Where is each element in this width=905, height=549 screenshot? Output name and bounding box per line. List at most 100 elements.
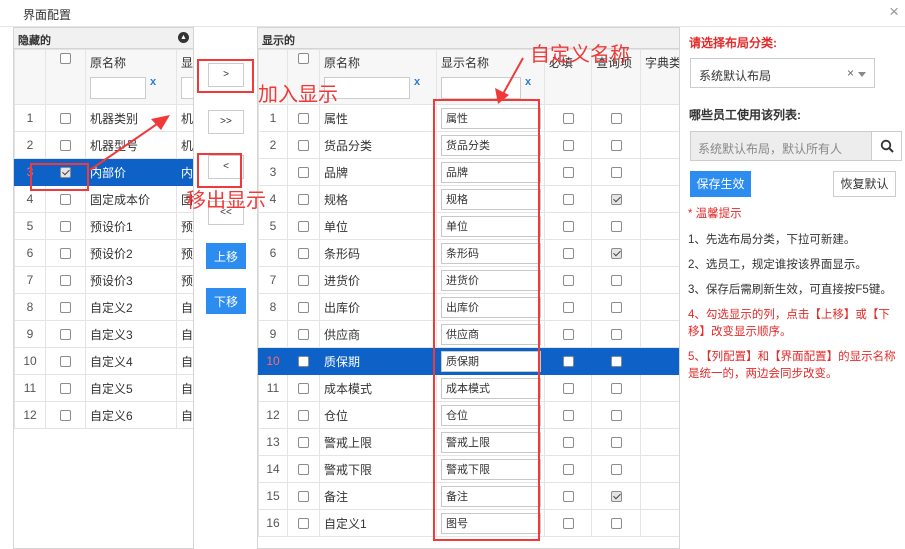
row-number: 6 bbox=[258, 239, 288, 267]
row-checkbox[interactable] bbox=[45, 374, 86, 402]
row-number: 10 bbox=[14, 347, 46, 375]
search-button[interactable] bbox=[871, 131, 902, 161]
table-row[interactable]: 8 自定义2自定 bbox=[14, 293, 193, 321]
row-checkbox[interactable] bbox=[45, 401, 86, 429]
table-row[interactable]: 12 自定义6自定 bbox=[14, 401, 193, 429]
move-down-button[interactable]: 下移 bbox=[206, 288, 246, 314]
clear-filter-icon[interactable]: x bbox=[414, 76, 420, 88]
row-checkbox[interactable] bbox=[287, 131, 320, 159]
required-checkbox[interactable] bbox=[544, 455, 592, 483]
query-checkbox[interactable] bbox=[591, 455, 641, 483]
required-checkbox[interactable] bbox=[544, 239, 592, 267]
query-checkbox[interactable] bbox=[591, 212, 641, 240]
row-checkbox[interactable] bbox=[287, 482, 320, 510]
required-checkbox[interactable] bbox=[544, 293, 592, 321]
table-row[interactable]: 1 机器类别机器 bbox=[14, 104, 193, 132]
required-checkbox[interactable] bbox=[544, 266, 592, 294]
row-checkbox[interactable] bbox=[287, 158, 320, 186]
query-checkbox[interactable] bbox=[591, 428, 641, 456]
clear-filter-icon[interactable]: x bbox=[150, 76, 156, 88]
query-checkbox[interactable] bbox=[591, 185, 641, 213]
add-all-button[interactable]: >> bbox=[208, 110, 244, 134]
required-checkbox[interactable] bbox=[544, 158, 592, 186]
query-checkbox[interactable] bbox=[591, 509, 641, 537]
query-checkbox[interactable] bbox=[591, 482, 641, 510]
row-original-name: 成本模式 bbox=[319, 374, 437, 402]
table-row[interactable]: 2 机器型号机器 bbox=[14, 131, 193, 159]
row-number: 14 bbox=[258, 455, 288, 483]
row-checkbox[interactable] bbox=[45, 347, 86, 375]
row-checkbox[interactable] bbox=[287, 239, 320, 267]
required-checkbox[interactable] bbox=[544, 131, 592, 159]
row-checkbox[interactable] bbox=[287, 509, 320, 537]
close-icon[interactable]: × bbox=[889, 3, 899, 21]
row-checkbox[interactable] bbox=[287, 401, 320, 429]
restore-default-button[interactable]: 恢复默认 bbox=[833, 171, 896, 197]
row-number: 10 bbox=[258, 347, 288, 375]
move-up-button[interactable]: 上移 bbox=[206, 243, 246, 269]
display-filter-input[interactable] bbox=[441, 77, 521, 99]
table-row[interactable]: 7 预设价3预设 bbox=[14, 266, 193, 294]
settings-panel: 请选择布局分类: 系统默认布局 × 哪些员工使用该列表: 系统默认布局，默认所有… bbox=[680, 27, 905, 549]
required-checkbox[interactable] bbox=[544, 482, 592, 510]
row-checkbox[interactable] bbox=[45, 104, 86, 132]
row-checkbox[interactable] bbox=[45, 212, 86, 240]
required-checkbox[interactable] bbox=[544, 212, 592, 240]
row-checkbox[interactable] bbox=[45, 320, 86, 348]
display-filter-input[interactable] bbox=[181, 77, 193, 99]
clear-icon[interactable]: × bbox=[847, 66, 854, 80]
query-checkbox[interactable] bbox=[591, 104, 641, 132]
required-checkbox[interactable] bbox=[544, 401, 592, 429]
clear-filter-icon[interactable]: x bbox=[525, 76, 531, 88]
employee-input[interactable]: 系统默认布局，默认所有人 bbox=[690, 131, 872, 161]
row-checkbox[interactable] bbox=[45, 131, 86, 159]
annotation-box-remove bbox=[197, 153, 242, 188]
required-checkbox[interactable] bbox=[544, 428, 592, 456]
required-checkbox[interactable] bbox=[544, 347, 592, 375]
required-checkbox[interactable] bbox=[544, 320, 592, 348]
query-checkbox[interactable] bbox=[591, 266, 641, 294]
row-display-name: 自定 bbox=[176, 374, 193, 402]
query-checkbox[interactable] bbox=[591, 239, 641, 267]
query-checkbox[interactable] bbox=[591, 401, 641, 429]
row-checkbox[interactable] bbox=[45, 239, 86, 267]
select-all-checkbox[interactable] bbox=[45, 49, 86, 105]
query-checkbox[interactable] bbox=[591, 131, 641, 159]
employee-placeholder: 系统默认布局，默认所有人 bbox=[698, 142, 843, 156]
table-row[interactable]: 9 自定义3自定 bbox=[14, 320, 193, 348]
hidden-panel-title: 隐藏的 bbox=[18, 35, 51, 47]
row-checkbox[interactable] bbox=[287, 320, 320, 348]
row-checkbox[interactable] bbox=[287, 293, 320, 321]
name-filter-input[interactable] bbox=[90, 77, 146, 99]
row-checkbox[interactable] bbox=[287, 212, 320, 240]
row-checkbox[interactable] bbox=[45, 266, 86, 294]
table-row[interactable]: 5 预设价1预设 bbox=[14, 212, 193, 240]
row-number: 15 bbox=[258, 482, 288, 510]
row-checkbox[interactable] bbox=[287, 455, 320, 483]
row-original-name: 预设价1 bbox=[85, 212, 177, 240]
row-checkbox[interactable] bbox=[45, 293, 86, 321]
row-checkbox[interactable] bbox=[287, 104, 320, 132]
query-checkbox[interactable] bbox=[591, 320, 641, 348]
row-checkbox[interactable] bbox=[287, 347, 320, 375]
query-checkbox[interactable] bbox=[591, 293, 641, 321]
required-checkbox[interactable] bbox=[544, 185, 592, 213]
required-checkbox[interactable] bbox=[544, 374, 592, 402]
row-checkbox[interactable] bbox=[287, 428, 320, 456]
query-checkbox[interactable] bbox=[591, 374, 641, 402]
layout-select[interactable]: 系统默认布局 × bbox=[690, 58, 875, 88]
collapse-icon[interactable]: ▲ bbox=[178, 32, 189, 43]
required-checkbox[interactable] bbox=[544, 509, 592, 537]
query-checkbox[interactable] bbox=[591, 158, 641, 186]
row-checkbox[interactable] bbox=[287, 374, 320, 402]
query-checkbox[interactable] bbox=[591, 347, 641, 375]
table-row[interactable]: 11 自定义5自定 bbox=[14, 374, 193, 402]
chevron-down-icon[interactable] bbox=[858, 72, 866, 77]
row-original-name: 属性 bbox=[319, 104, 437, 132]
required-checkbox[interactable] bbox=[544, 104, 592, 132]
table-row[interactable]: 10 自定义4自定 bbox=[14, 347, 193, 375]
row-checkbox[interactable] bbox=[287, 185, 320, 213]
row-checkbox[interactable] bbox=[287, 266, 320, 294]
save-button[interactable]: 保存生效 bbox=[690, 171, 751, 197]
table-row[interactable]: 6 预设价2预设 bbox=[14, 239, 193, 267]
